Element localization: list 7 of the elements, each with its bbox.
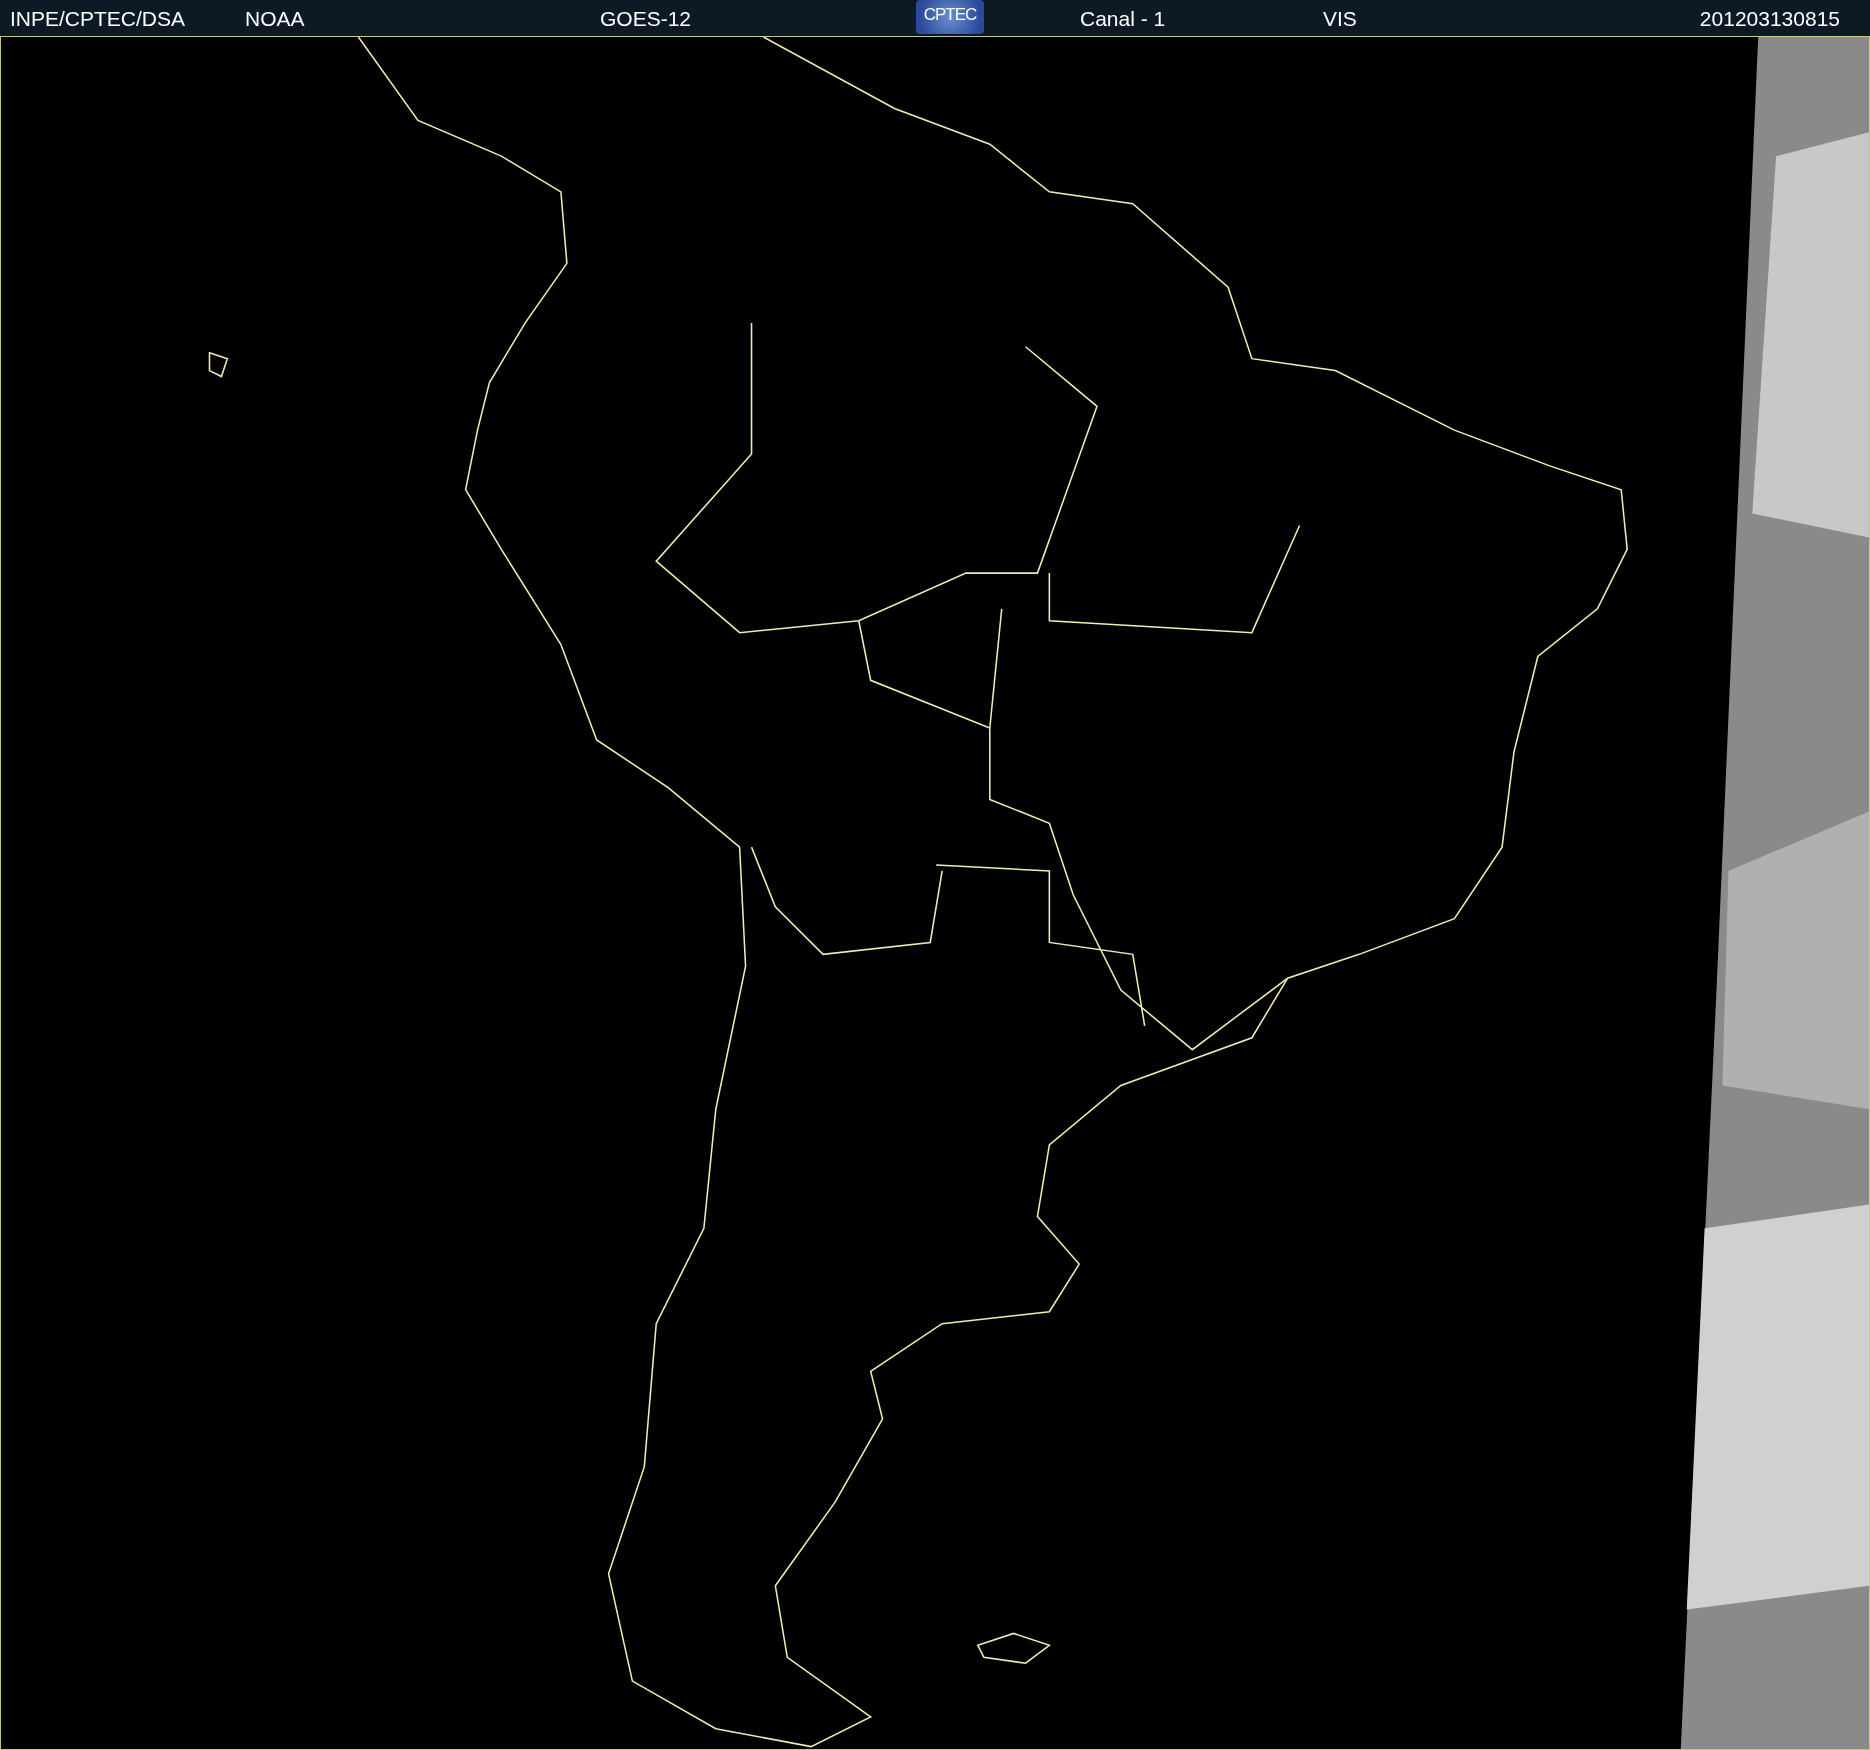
- header-text: GOES-12: [600, 7, 692, 31]
- header-text: NOAA: [245, 7, 305, 31]
- logo: CPTEC: [916, 0, 984, 34]
- header-text: Canal - 1: [1080, 7, 1166, 31]
- header-text: INPE/CPTEC/DSA: [10, 7, 186, 31]
- header-text: VIS: [1323, 7, 1357, 31]
- header-text: 201203130815: [1699, 7, 1840, 31]
